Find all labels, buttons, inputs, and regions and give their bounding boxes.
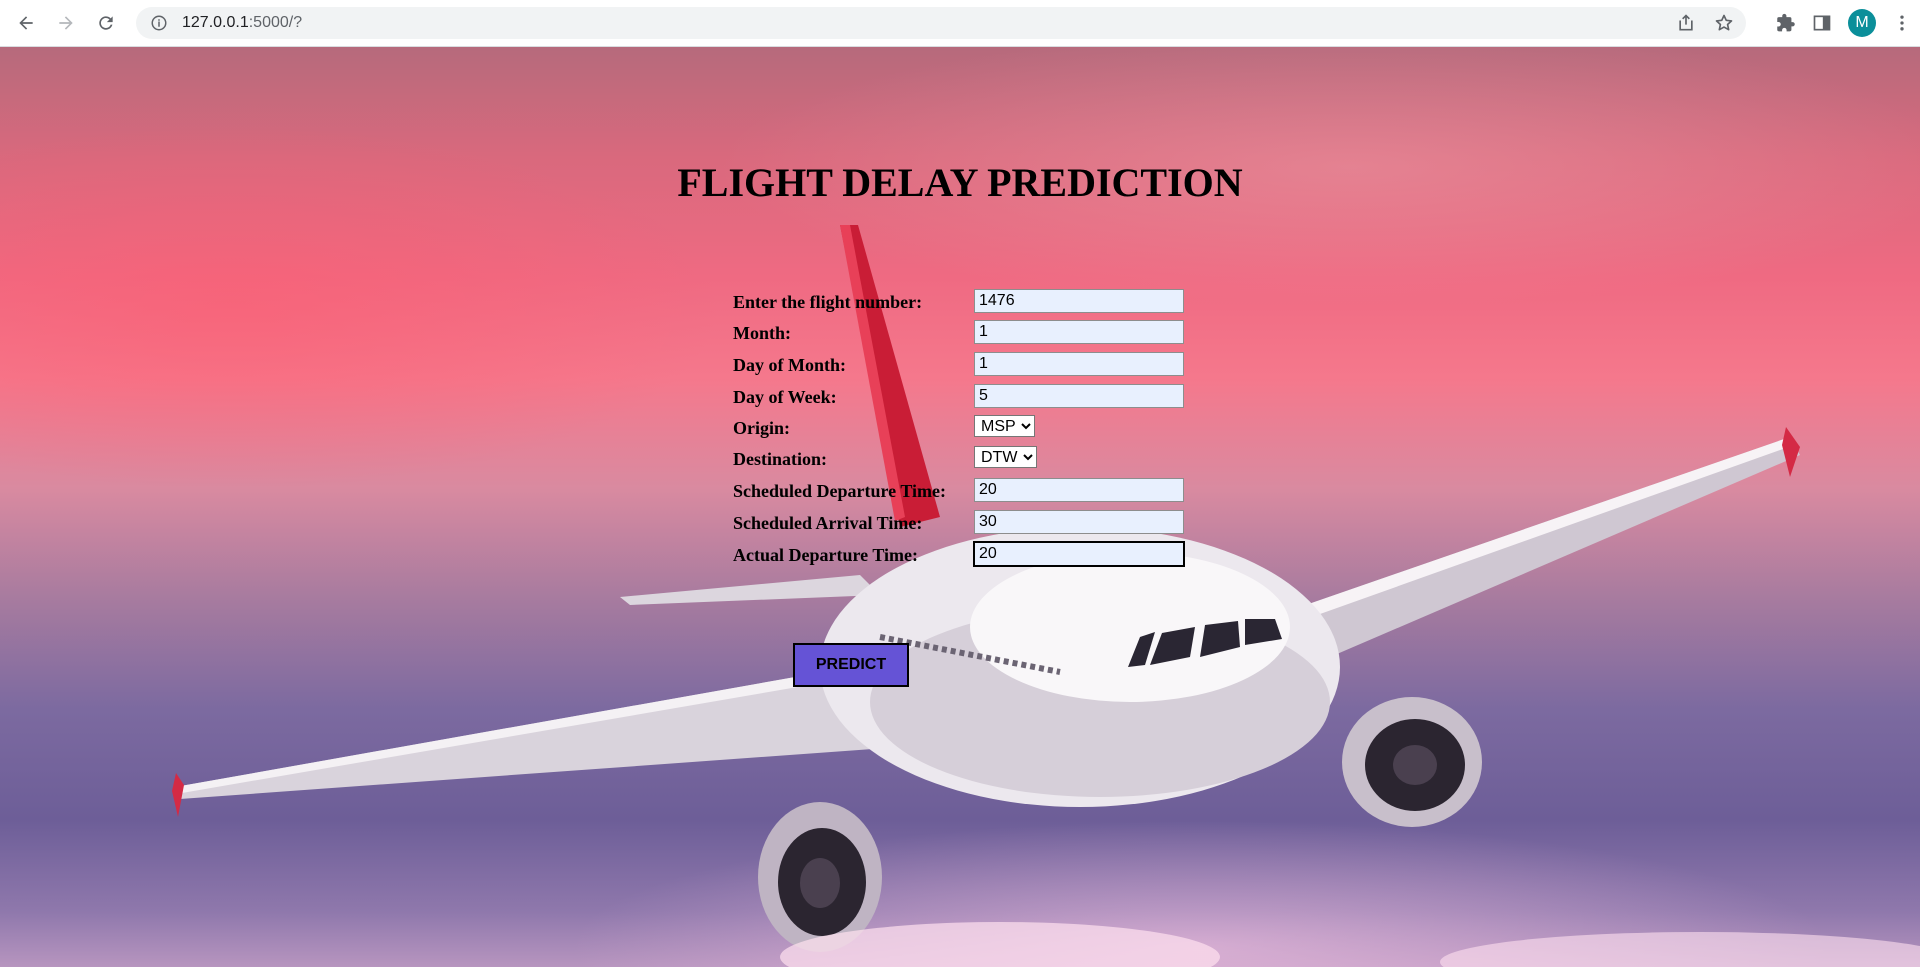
- kebab-menu-icon[interactable]: [1892, 13, 1912, 33]
- url-text[interactable]: 127.0.0.1:5000/?: [182, 14, 302, 32]
- side-panel-icon[interactable]: [1812, 13, 1832, 33]
- forward-arrow-icon: [59, 16, 73, 30]
- profile-avatar[interactable]: M: [1848, 9, 1876, 37]
- site-info-icon[interactable]: [150, 14, 168, 32]
- actual-departure-label: Actual Departure Time:: [733, 545, 918, 565]
- destination-label: Destination:: [733, 449, 827, 469]
- origin-row: Origin: MSP: [733, 415, 1183, 441]
- star-icon[interactable]: [1714, 13, 1734, 33]
- flight-number-label: Enter the flight number:: [733, 292, 923, 312]
- day-of-week-input[interactable]: [974, 384, 1184, 408]
- share-icon[interactable]: [1676, 13, 1696, 33]
- back-arrow-icon: [19, 16, 33, 30]
- actual-departure-input[interactable]: [973, 541, 1185, 567]
- predict-button[interactable]: PREDICT: [793, 643, 909, 687]
- url-host: 127.0.0.1: [182, 14, 249, 31]
- page-title: FLIGHT DELAY PREDICTION: [677, 160, 1243, 205]
- scheduled-arrival-row: Scheduled Arrival Time:: [733, 510, 1184, 536]
- origin-label: Origin:: [733, 418, 790, 438]
- scheduled-departure-row: Scheduled Departure Time:: [733, 478, 1184, 504]
- url-path: :5000/?: [248, 14, 303, 31]
- flight-number-input[interactable]: [974, 289, 1184, 313]
- page-background: FLIGHT DELAY PREDICTION Enter the flight…: [0, 47, 1920, 967]
- forward-button[interactable]: [48, 5, 84, 41]
- day-of-month-label: Day of Month:: [733, 355, 846, 375]
- address-bar[interactable]: 127.0.0.1:5000/?: [136, 7, 1746, 39]
- destination-select[interactable]: DTW: [974, 446, 1037, 468]
- origin-select[interactable]: MSP: [974, 415, 1035, 437]
- extensions-puzzle-icon[interactable]: [1776, 13, 1796, 33]
- month-row: Month:: [733, 320, 1184, 346]
- actual-departure-row: Actual Departure Time:: [733, 541, 1185, 568]
- month-input[interactable]: [974, 320, 1184, 344]
- day-of-week-label: Day of Week:: [733, 387, 837, 407]
- reload-icon: [99, 16, 113, 30]
- scheduled-departure-input[interactable]: [974, 478, 1184, 502]
- day-of-month-row: Day of Month:: [733, 352, 1184, 378]
- scheduled-departure-label: Scheduled Departure Time:: [733, 481, 947, 501]
- scheduled-arrival-label: Scheduled Arrival Time:: [733, 513, 923, 533]
- day-of-month-input[interactable]: [974, 352, 1184, 376]
- browser-toolbar: 127.0.0.1:5000/? M: [0, 0, 1920, 47]
- scheduled-arrival-input[interactable]: [974, 510, 1184, 534]
- destination-row: Destination: DTW: [733, 446, 1183, 472]
- month-label: Month:: [733, 323, 791, 343]
- back-button[interactable]: [8, 5, 44, 41]
- reload-button[interactable]: [88, 5, 124, 41]
- flight-number-row: Enter the flight number:: [733, 289, 1184, 315]
- day-of-week-row: Day of Week:: [733, 384, 1184, 410]
